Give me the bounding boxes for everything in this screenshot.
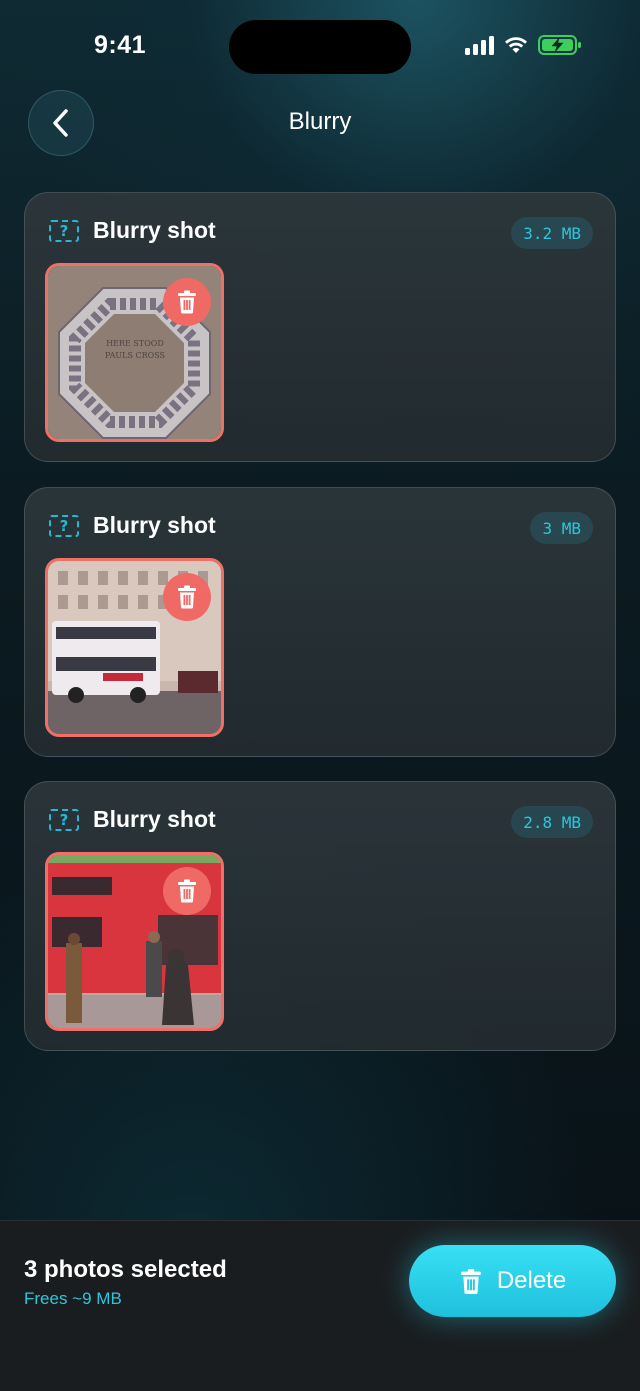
card-header: ? Blurry shot [49, 217, 216, 244]
plaque-text-1: HERE STOOD [106, 339, 164, 348]
plaque-text-2: PAULS CROSS [105, 351, 165, 360]
frees-space-text: Frees ~9 MB [24, 1289, 122, 1308]
remove-photo-button[interactable] [163, 278, 211, 326]
card-header: ? Blurry shot [49, 806, 216, 833]
size-badge: 2.8 MB [511, 806, 593, 838]
wifi-icon [505, 37, 527, 53]
delete-button[interactable]: Delete [409, 1245, 616, 1317]
blurry-group-card: ? Blurry shot 3 MB [24, 487, 616, 757]
card-header: ? Blurry shot [49, 512, 216, 539]
selected-count: 3 photos selected [24, 1256, 227, 1283]
remove-photo-button[interactable] [163, 867, 211, 915]
photo-thumbnail[interactable] [45, 852, 224, 1031]
dynamic-island [229, 20, 411, 74]
card-title: Blurry shot [93, 512, 216, 538]
delete-label: Delete [496, 1267, 567, 1294]
blurry-question-icon: ? [49, 808, 79, 831]
selection-bar: 3 photos selected Frees ~9 MB Delete [0, 1220, 640, 1391]
trash-icon [460, 1268, 481, 1294]
blurry-group-card: ? Blurry shot 2.8 MB [24, 781, 616, 1051]
trash-icon [178, 879, 196, 903]
trash-icon [178, 585, 196, 609]
blurry-question-icon: ? [49, 514, 79, 537]
remove-photo-button[interactable] [163, 573, 211, 621]
card-title: Blurry shot [93, 217, 216, 243]
signal-icon [465, 35, 494, 55]
battery-charging-icon [538, 35, 581, 55]
size-badge: 3.2 MB [511, 217, 593, 249]
trash-icon [178, 290, 196, 314]
photo-thumbnail[interactable]: HERE STOOD PAULS CROSS [45, 263, 224, 442]
blurry-group-card: ? Blurry shot 3.2 MB HERE STOOD PAULS CR… [24, 192, 616, 462]
photo-thumbnail[interactable] [45, 558, 224, 737]
status-time: 9:41 [94, 31, 147, 59]
page-title: Blurry [288, 108, 352, 135]
card-title: Blurry shot [93, 806, 216, 832]
status-icons [465, 34, 582, 56]
blurry-question-icon: ? [49, 219, 79, 242]
size-badge: 3 MB [530, 512, 593, 544]
